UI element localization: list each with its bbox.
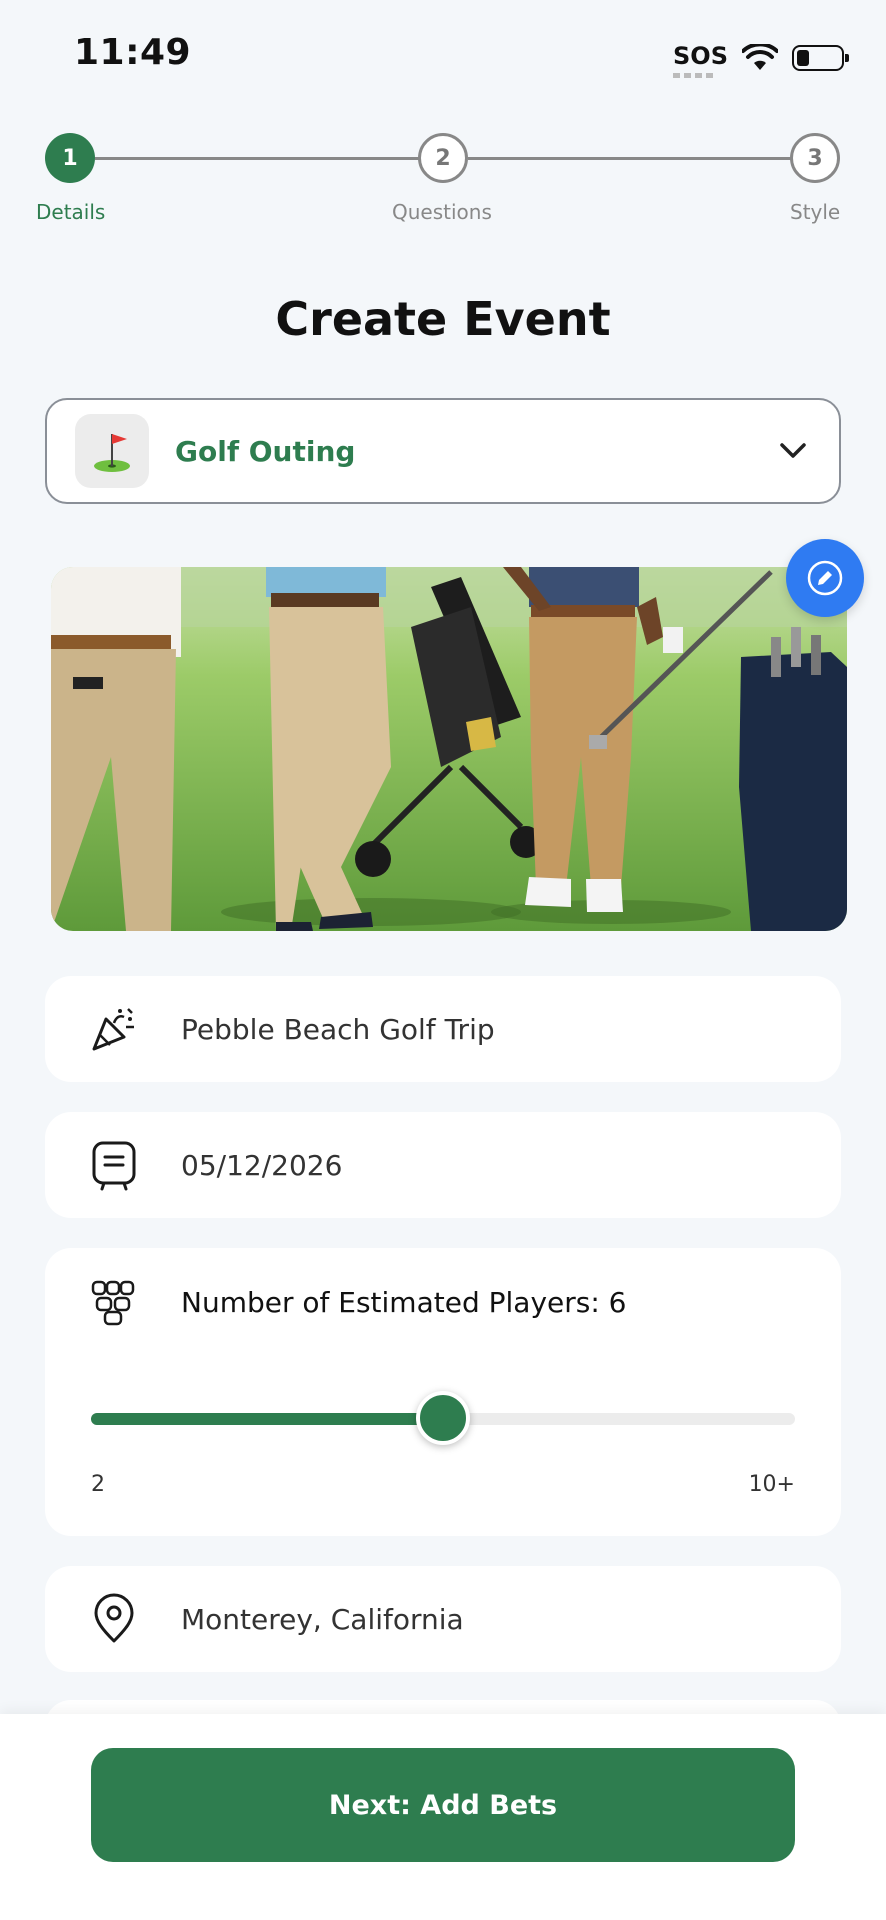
sos-indicator: SOS — [673, 42, 728, 78]
step-1-label: Details — [36, 200, 106, 224]
battery-icon — [792, 45, 849, 71]
players-slider-thumb[interactable] — [416, 1391, 470, 1445]
players-slider-fill — [91, 1413, 443, 1425]
footer-bar: Next: Add Bets — [0, 1714, 886, 1920]
status-time: 11:49 — [74, 32, 192, 73]
step-connector — [468, 157, 793, 160]
event-name-value: Pebble Beach Golf Trip — [181, 1012, 495, 1046]
golf-flag-icon — [75, 414, 149, 488]
step-connector — [95, 157, 420, 160]
calendar-icon — [89, 1140, 139, 1191]
slider-min-label: 2 — [91, 1472, 105, 1497]
step-3-label: Style — [790, 200, 841, 224]
event-name-field[interactable]: Pebble Beach Golf Trip — [45, 976, 841, 1082]
slider-max-label: 10+ — [748, 1472, 795, 1497]
event-type-label: Golf Outing — [175, 434, 356, 468]
progress-stepper: 1 2 3 Details Questions Style — [0, 130, 886, 230]
players-label: Number of Estimated Players: 6 — [181, 1286, 627, 1319]
location-pin-icon — [89, 1593, 139, 1644]
event-cover-image — [51, 567, 847, 931]
group-icon — [89, 1278, 137, 1330]
page-title: Create Event — [275, 292, 611, 346]
step-2-label: Questions — [392, 200, 492, 224]
sos-label: SOS — [673, 42, 728, 70]
party-popper-icon — [89, 1004, 139, 1054]
event-location-value: Monterey, California — [181, 1602, 464, 1636]
event-date-field[interactable]: 05/12/2026 — [45, 1112, 841, 1218]
event-date-value: 05/12/2026 — [181, 1148, 343, 1182]
edit-image-button[interactable] — [786, 539, 864, 617]
status-icons: SOS — [673, 38, 849, 78]
pencil-icon — [807, 560, 843, 596]
next-add-bets-button[interactable]: Next: Add Bets — [91, 1748, 795, 1862]
event-type-dropdown[interactable]: Golf Outing — [45, 398, 841, 504]
chevron-down-icon — [775, 433, 811, 469]
event-location-field[interactable]: Monterey, California — [45, 1566, 841, 1672]
signal-dots-icon — [673, 73, 714, 78]
step-3-circle[interactable]: 3 — [790, 133, 840, 183]
wifi-icon — [742, 44, 778, 70]
step-1-circle[interactable]: 1 — [45, 133, 95, 183]
status-bar: 11:49 SOS — [0, 0, 886, 110]
players-estimate-card: Number of Estimated Players: 6 2 10+ — [45, 1248, 841, 1536]
step-2-circle[interactable]: 2 — [418, 133, 468, 183]
